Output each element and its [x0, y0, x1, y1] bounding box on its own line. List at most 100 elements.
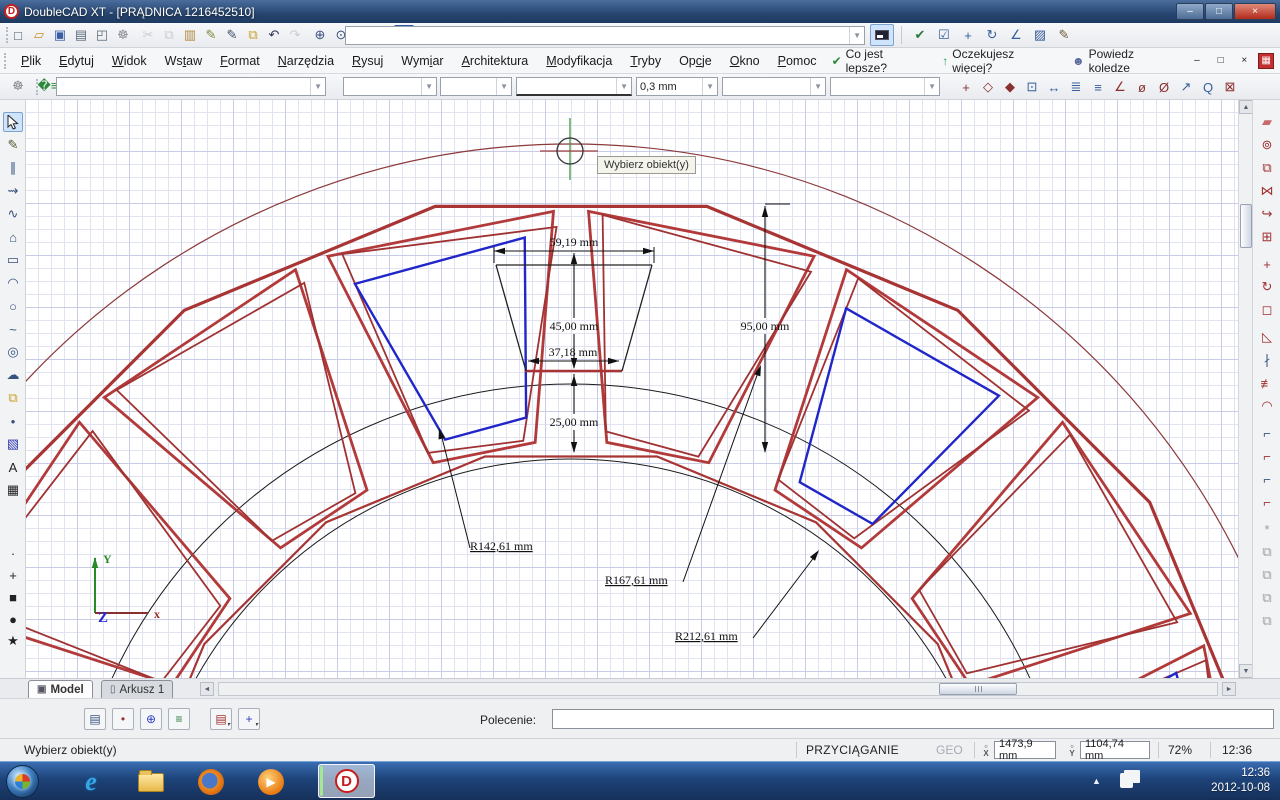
- fillet-radius[interactable]: ⌐: [1257, 469, 1277, 489]
- tab-scroll-left-button[interactable]: ◄: [200, 682, 214, 696]
- polygon-tool[interactable]: ⌂: [3, 227, 23, 247]
- parallel-lines[interactable]: ∥: [3, 158, 23, 178]
- dim-entity[interactable]: ⊡: [1022, 77, 1042, 97]
- dim-continue[interactable]: ≣: [1066, 77, 1086, 97]
- horizontal-scroll-thumb[interactable]: [939, 683, 1017, 695]
- undo[interactable]: ↶: [264, 25, 284, 45]
- add-to-group[interactable]: ⧉: [1257, 588, 1277, 608]
- palette-red-icon[interactable]: ▦: [1258, 53, 1274, 69]
- x-coordinate-field[interactable]: 1473,9 mm: [994, 741, 1056, 759]
- dim-radius[interactable]: ø: [1132, 77, 1152, 97]
- copy-object[interactable]: ⧉: [3, 388, 23, 408]
- dim-diameter[interactable]: Ø: [1154, 77, 1174, 97]
- split-tool[interactable]: ∤: [1257, 350, 1277, 370]
- chevron-down-icon[interactable]: ▼: [616, 78, 628, 94]
- start-button[interactable]: [6, 765, 39, 798]
- print-preview[interactable]: ◰: [92, 25, 112, 45]
- promo-expect-more[interactable]: ↑Oczekujesz więcej?: [936, 47, 1062, 75]
- copy[interactable]: ⧉: [159, 25, 179, 45]
- curve-tool[interactable]: ∿: [3, 204, 23, 224]
- dim-move[interactable]: +: [956, 77, 976, 97]
- power-plug-icon[interactable]: [1120, 773, 1133, 788]
- ellipse-tool[interactable]: ◎: [3, 342, 23, 362]
- tray-expand-icon[interactable]: ▲: [1092, 776, 1101, 786]
- pole-coil[interactable]: [985, 646, 1238, 678]
- text-style-check[interactable]: ☑: [934, 25, 954, 45]
- menu-wstaw[interactable]: Wstaw: [156, 50, 212, 72]
- file-explorer-icon[interactable]: [136, 767, 166, 797]
- media-player-icon[interactable]: ▶: [256, 767, 286, 797]
- scroll-up-button[interactable]: ▲: [1239, 100, 1253, 114]
- stretch-tool[interactable]: ◻: [1257, 300, 1277, 320]
- chamfer-tool[interactable]: ⌐: [1257, 446, 1277, 466]
- scroll-down-button[interactable]: ▼: [1239, 664, 1253, 678]
- cad-drawing[interactable]: 59,19 mm45,00 mm37,18 mm25,00 mm95,00 mm…: [26, 100, 1238, 678]
- dim-edit[interactable]: ⊠: [1220, 77, 1240, 97]
- settings-gear[interactable]: ☸: [113, 25, 133, 45]
- spline-tool[interactable]: ~: [3, 319, 23, 339]
- image-tool[interactable]: ▧: [3, 434, 23, 454]
- explode-tool[interactable]: *: [1257, 519, 1277, 539]
- mdi-minimize-button[interactable]: –: [1187, 53, 1207, 69]
- pole-coil[interactable]: [104, 270, 419, 583]
- chevron-down-icon[interactable]: ▼: [702, 78, 714, 95]
- select-arrow[interactable]: [3, 112, 23, 132]
- copy-entities[interactable]: ⧉: [1257, 158, 1277, 178]
- vertical-scrollbar[interactable]: ▲ ▼: [1238, 100, 1252, 678]
- point-tool[interactable]: •: [3, 411, 23, 431]
- group-tool[interactable]: ⧉: [1257, 542, 1277, 562]
- vertical-scroll-thumb[interactable]: [1240, 204, 1252, 248]
- hatch-tool[interactable]: ▨: [1030, 25, 1050, 45]
- dim-scale[interactable]: ◆: [1000, 77, 1020, 97]
- command-input[interactable]: [552, 709, 1274, 729]
- cloud-tool[interactable]: ☁: [3, 365, 23, 385]
- promo-tell-friend[interactable]: ☻Powiedz koledze: [1066, 47, 1183, 75]
- redo[interactable]: ↷: [285, 25, 305, 45]
- remove-from-group[interactable]: ⧉: [1257, 611, 1277, 631]
- menu-format[interactable]: Format: [211, 50, 269, 72]
- array-tool[interactable]: ⊞: [1257, 227, 1277, 247]
- ucs-axes[interactable]: +: [958, 25, 978, 45]
- snap-menu[interactable]: +▾: [238, 708, 260, 730]
- tab-scroll-right-button[interactable]: ►: [1222, 682, 1236, 696]
- toggle-ortho[interactable]: ≡: [168, 708, 190, 730]
- zoom-level[interactable]: 72%: [1168, 743, 1192, 757]
- arc-edit[interactable]: ◠: [1257, 396, 1277, 416]
- pole-coil[interactable]: [722, 270, 1037, 583]
- pole-coil[interactable]: [26, 422, 265, 678]
- chevron-down-icon[interactable]: ▼: [810, 78, 822, 95]
- point-line[interactable]: ⇝: [3, 181, 23, 201]
- fillet-tool[interactable]: ⌐: [1257, 423, 1277, 443]
- table-tool[interactable]: ▦: [3, 480, 23, 500]
- erase-tool[interactable]: ▰: [1257, 112, 1277, 132]
- snap-star[interactable]: ★: [3, 631, 23, 651]
- menu-modyfikacja[interactable]: Modyfikacja: [537, 50, 621, 72]
- menu-widok[interactable]: Widok: [103, 50, 156, 72]
- rotate-view[interactable]: ↻: [982, 25, 1002, 45]
- toggle-snap-point[interactable]: •: [112, 708, 134, 730]
- geo-indicator[interactable]: GEO: [936, 743, 963, 757]
- mirror-tool[interactable]: ⋈: [1257, 181, 1277, 201]
- property-combo-5[interactable]: 0,3 mm▼: [636, 77, 718, 96]
- clip-tool[interactable]: ◺: [1257, 327, 1277, 347]
- internet-explorer-icon[interactable]: e: [76, 767, 106, 797]
- format-painter[interactable]: ✎: [201, 25, 221, 45]
- firefox-icon[interactable]: [196, 767, 226, 797]
- property-combo-6[interactable]: ▼: [722, 77, 826, 96]
- address-combobox[interactable]: ▼: [345, 26, 865, 45]
- new-document[interactable]: □: [8, 25, 28, 45]
- paste[interactable]: ▥: [180, 25, 200, 45]
- corner-tool[interactable]: ⌐: [1257, 492, 1277, 512]
- tab-model[interactable]: ▣Model: [28, 680, 93, 698]
- arc-tool[interactable]: ◠: [3, 273, 23, 293]
- mdi-close-button[interactable]: ×: [1235, 53, 1255, 69]
- menu-rysuj[interactable]: Rysuj: [343, 50, 392, 72]
- offset-tool[interactable]: ↪: [1257, 204, 1277, 224]
- chevron-down-icon[interactable]: ▼: [310, 78, 322, 95]
- dim-leader[interactable]: ↗: [1176, 77, 1196, 97]
- chevron-down-icon[interactable]: ▼: [849, 27, 861, 44]
- restore-button[interactable]: □: [1205, 3, 1233, 20]
- property-combo-1[interactable]: ▼: [56, 77, 326, 96]
- chevron-down-icon[interactable]: ▼: [421, 78, 433, 95]
- minimize-button[interactable]: –: [1176, 3, 1204, 20]
